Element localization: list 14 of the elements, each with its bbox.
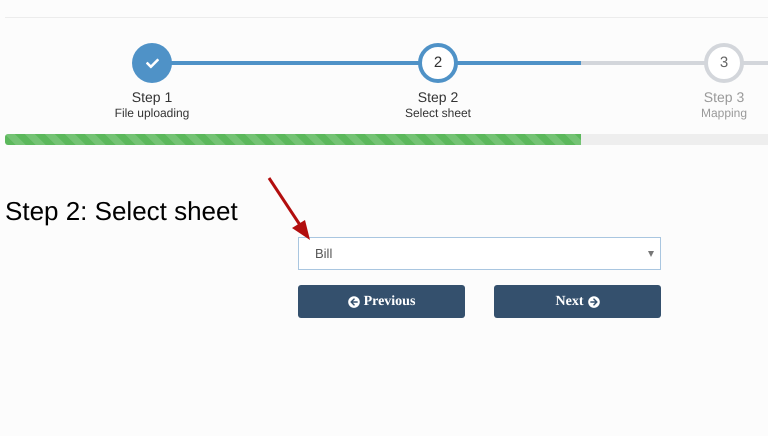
arrow-right-icon: [588, 296, 600, 308]
step-subtitle: File uploading: [114, 106, 190, 121]
step-subtitle: Select sheet: [404, 106, 472, 121]
step-title: Step 2: [418, 88, 458, 106]
step-title: Step 1: [132, 88, 172, 106]
step-title: Step 3: [704, 88, 744, 106]
page-heading: Step 2: Select sheet: [5, 195, 239, 227]
check-icon: [146, 56, 158, 70]
dropdown-caret-icon: [648, 250, 654, 256]
sheet-select[interactable]: Bill: [298, 237, 661, 270]
next-button[interactable]: Next: [494, 285, 661, 318]
previous-button[interactable]: Previous: [298, 285, 465, 318]
step-subtitle: Mapping: [700, 106, 748, 121]
arrow-left-icon: [348, 296, 360, 308]
